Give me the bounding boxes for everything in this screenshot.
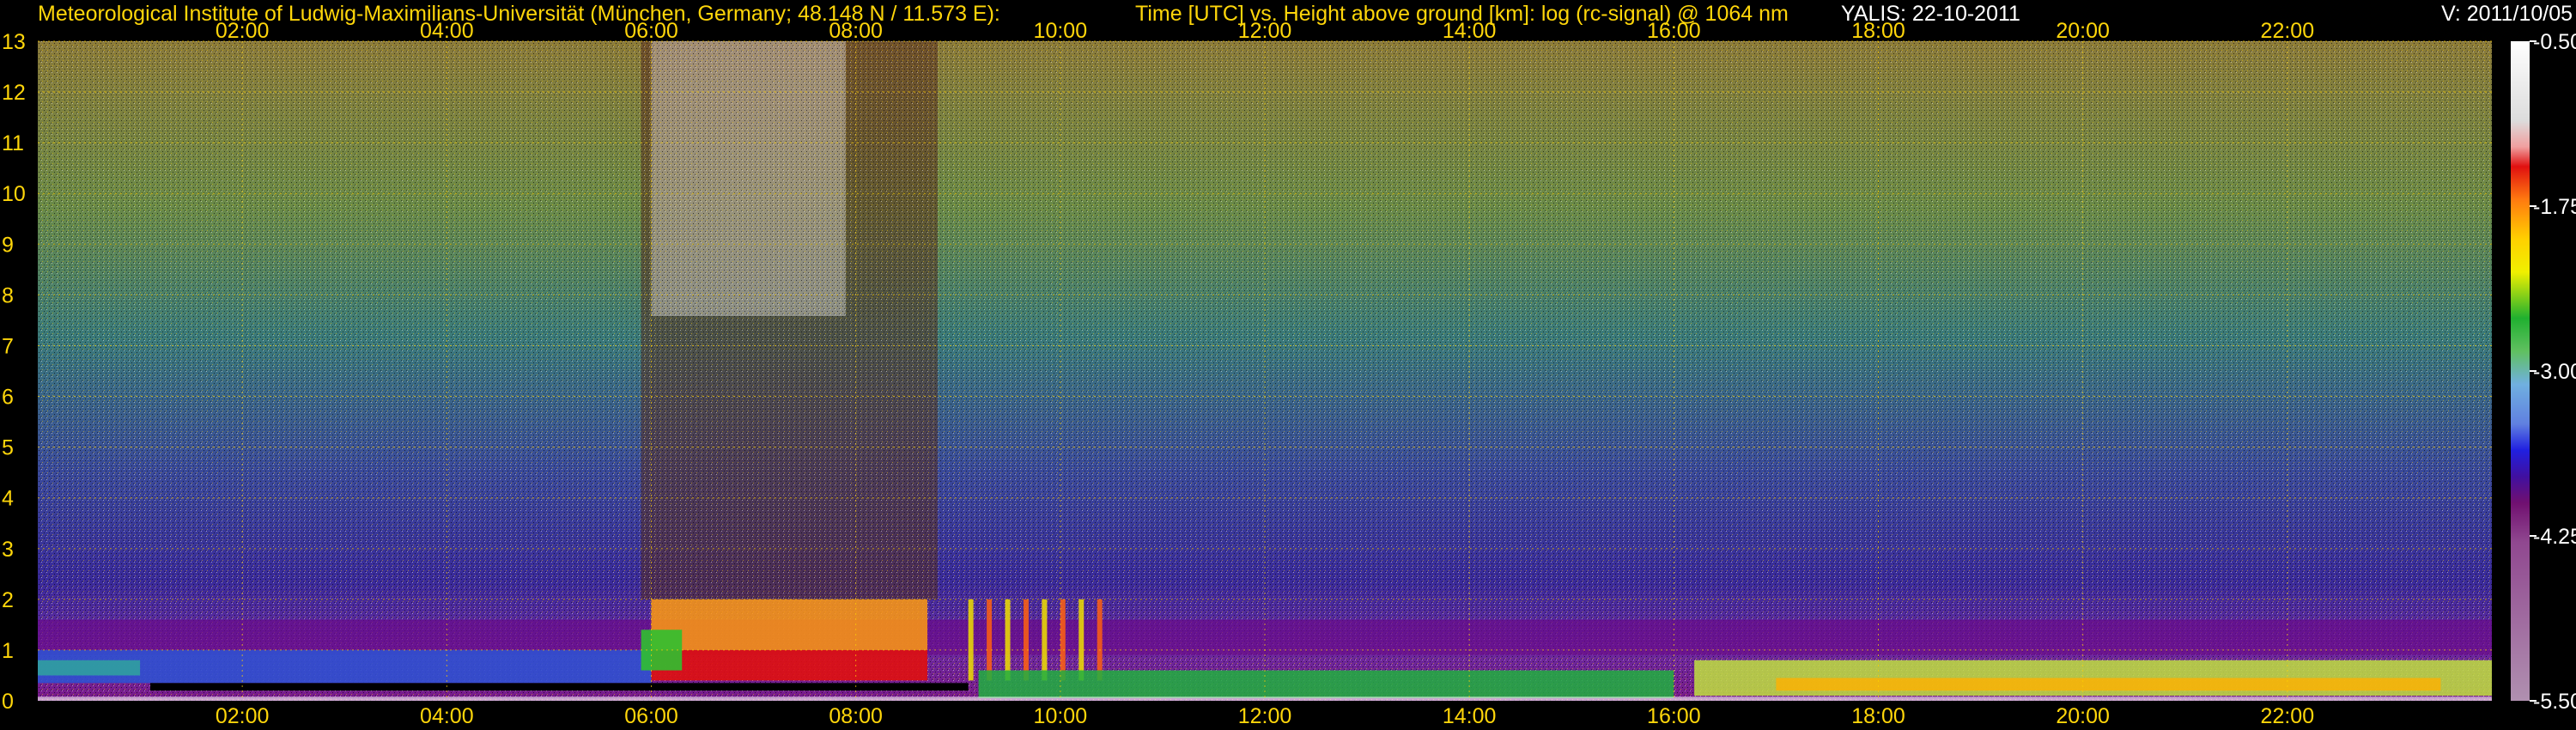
x-tick-label-top: 14:00 [1443,19,1497,43]
x-tick-label-bottom: 04:00 [420,704,474,728]
cloud-base-line [149,683,969,691]
y-tick-label: 4 [2,487,14,511]
y-tick-label: 3 [2,538,14,562]
y-tick-label: 0 [2,690,14,714]
early-residual-layer [38,660,141,676]
y-tick-label: 1 [2,639,14,663]
convective-streak [968,599,974,681]
convective-streak [1042,599,1048,681]
x-tick-label-top: 12:00 [1238,19,1292,43]
x-tick-label-bottom: 18:00 [1851,704,1905,728]
colorbar-label: -5.50 [2533,690,2576,714]
convective-streak [1060,599,1066,681]
convective-streak [1097,599,1103,681]
x-tick-label-bottom: 16:00 [1647,704,1701,728]
x-tick-label-top: 18:00 [1851,19,1905,43]
y-tick-label: 7 [2,334,14,358]
x-tick-label-bottom: 22:00 [2261,704,2315,728]
y-axis: 012345678910111213 [2,30,26,714]
x-tick-label-top: 04:00 [420,19,474,43]
colorbar-label: -1.75 [2533,195,2576,219]
colorbar-scale [2511,41,2530,701]
x-tick-label-bottom: 08:00 [829,704,883,728]
y-tick-label: 10 [2,182,26,206]
convective-streak [987,599,993,681]
aerosol-layer-upper [651,599,928,650]
convective-streak [1078,599,1084,681]
x-tick-label-top: 22:00 [2261,19,2315,43]
y-tick-label: 11 [2,131,24,155]
y-tick-label: 5 [2,436,14,460]
x-tick-label-top: 20:00 [2056,19,2110,43]
y-tick-label: 9 [2,233,14,257]
y-tick-label: 2 [2,588,14,612]
x-tick-label-bottom: 20:00 [2056,704,2110,728]
version-label: V: 2011/10/05 [2441,2,2573,26]
plot-area [38,40,2492,701]
y-tick-label: 12 [2,81,26,105]
x-tick-label-top: 10:00 [1034,19,1088,43]
low-layer-midday [978,670,1674,699]
x-tick-label-top: 08:00 [829,19,883,43]
x-tick-label-bottom: 12:00 [1238,704,1292,728]
x-tick-label-top: 06:00 [624,19,678,43]
colorbar-label: -3.00 [2533,360,2576,384]
x-tick-label-bottom: 02:00 [216,704,270,728]
x-tick-label-top: 16:00 [1647,19,1701,43]
x-tick-label-bottom: 14:00 [1443,704,1497,728]
colorbar: -0.50 -1.75 -3.00 -4.25 -5.50 [2511,30,2576,714]
y-tick-label: 8 [2,283,14,307]
colorbar-label: -4.25 [2533,525,2576,549]
x-tick-label-bottom: 10:00 [1034,704,1088,728]
x-tick-label-bottom: 06:00 [624,704,678,728]
convective-streak [1023,599,1029,681]
aerosol-layer-core [651,649,928,681]
convective-streak [1005,599,1011,681]
colorbar-label: -0.50 [2533,30,2576,54]
y-tick-label: 13 [2,30,26,54]
y-tick-label: 6 [2,386,14,410]
x-tick-label-top: 02:00 [216,19,270,43]
low-layer-evening-core [1776,678,2441,691]
lidar-chart: Meteorological Institute of Ludwig-Maxim… [2,2,2576,728]
